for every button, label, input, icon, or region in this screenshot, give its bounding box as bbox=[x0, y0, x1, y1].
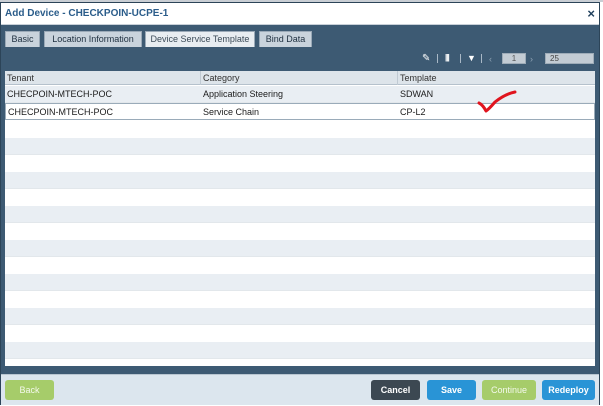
tab-device-service-template[interactable]: Device Service Template bbox=[145, 31, 255, 47]
template-grid: Tenant Category Template CHECPOIN-MTECH-… bbox=[5, 71, 595, 366]
dialog-title: Add Device - CHECKPOIN-UCPE-1 bbox=[5, 8, 169, 19]
edit-icon[interactable]: ✎ bbox=[422, 53, 430, 64]
dialog-titlebar: Add Device - CHECKPOIN-UCPE-1 × bbox=[1, 3, 599, 25]
save-button[interactable]: Save bbox=[427, 380, 476, 400]
tab-location-information[interactable]: Location Information bbox=[44, 31, 142, 47]
page-number-input[interactable]: 1 bbox=[502, 53, 526, 64]
cancel-button[interactable]: Cancel bbox=[371, 380, 420, 400]
cell-template: CP-L2 bbox=[400, 107, 426, 117]
tab-basic[interactable]: Basic bbox=[5, 31, 40, 47]
add-device-dialog: Add Device - CHECKPOIN-UCPE-1 × Basic Lo… bbox=[0, 2, 600, 405]
empty-row bbox=[5, 206, 595, 223]
grid-header: Tenant Category Template bbox=[5, 71, 595, 85]
cell-category: Application Steering bbox=[203, 89, 284, 99]
back-button[interactable]: Back bbox=[5, 380, 54, 400]
empty-row bbox=[5, 308, 595, 325]
cell-tenant: CHECPOIN-MTECH-POC bbox=[8, 107, 113, 117]
empty-row bbox=[5, 138, 595, 155]
empty-row bbox=[5, 274, 595, 291]
close-icon[interactable]: × bbox=[587, 6, 595, 21]
dialog-footer: Back Cancel Save Continue Redeploy bbox=[1, 374, 599, 405]
continue-button[interactable]: Continue bbox=[482, 380, 536, 400]
toolbar-divider bbox=[437, 54, 438, 63]
toolbar-divider bbox=[460, 54, 461, 63]
filter-icon[interactable]: ▼ bbox=[467, 53, 476, 63]
empty-row bbox=[5, 342, 595, 359]
empty-row bbox=[5, 172, 595, 189]
red-checkmark-icon bbox=[477, 90, 517, 113]
empty-row bbox=[5, 240, 595, 257]
column-header-tenant[interactable]: Tenant bbox=[5, 71, 201, 85]
column-header-template[interactable]: Template bbox=[398, 71, 595, 85]
tab-bind-data[interactable]: Bind Data bbox=[259, 31, 312, 47]
column-header-category[interactable]: Category bbox=[201, 71, 398, 85]
pager-next-icon[interactable]: › bbox=[530, 54, 533, 64]
pager-prev-icon[interactable]: ‹ bbox=[489, 54, 492, 64]
cell-tenant: CHECPOIN-MTECH-POC bbox=[7, 89, 112, 99]
grid-toolbar: ✎ ||| ▼ ‹ 1 › 25 bbox=[5, 47, 595, 69]
columns-icon[interactable]: ||| bbox=[445, 53, 450, 62]
cell-template: SDWAN bbox=[400, 89, 434, 99]
redeploy-button[interactable]: Redeploy bbox=[542, 380, 595, 400]
page-size-select[interactable]: 25 bbox=[545, 53, 594, 64]
cell-category: Service Chain bbox=[203, 107, 260, 117]
toolbar-divider bbox=[481, 54, 482, 63]
